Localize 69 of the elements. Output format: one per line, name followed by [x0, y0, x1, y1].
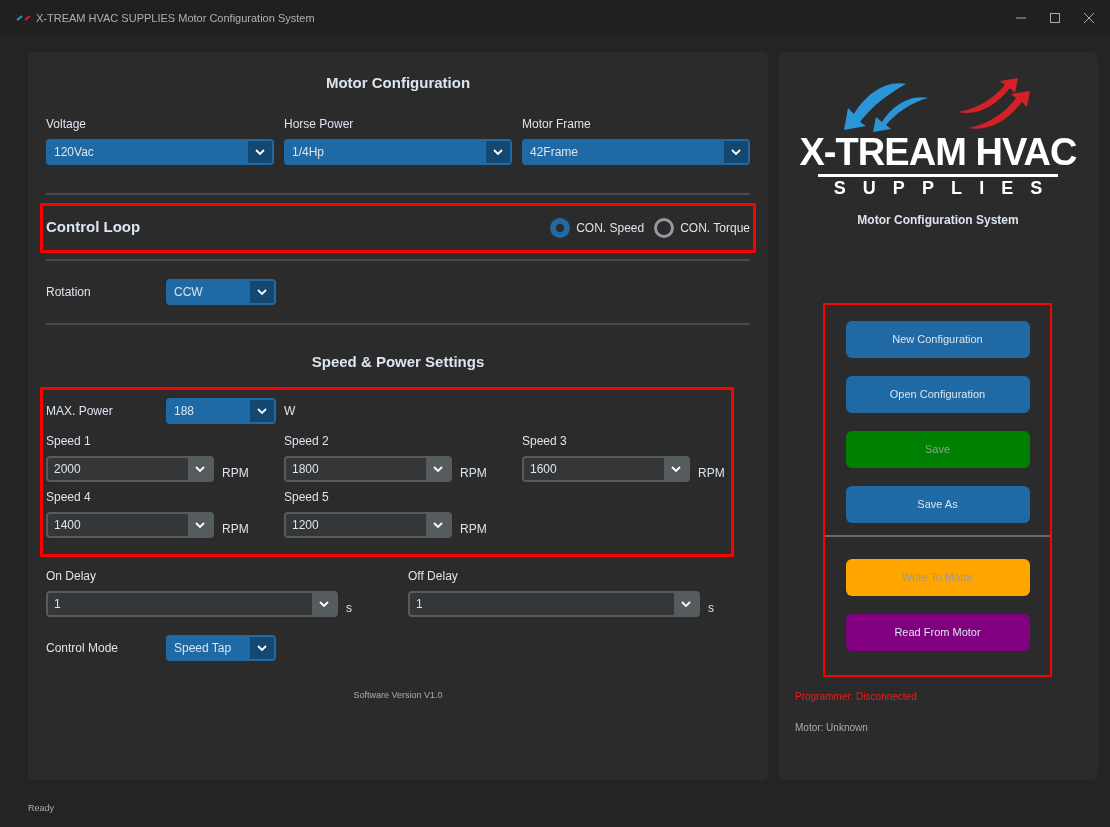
unit-label: RPM [222, 521, 249, 538]
chevron-down-icon [681, 601, 691, 607]
action-button[interactable]: Save As [845, 486, 1030, 523]
dropdown[interactable]: 1 [408, 591, 700, 617]
field-label: Motor Frame [522, 115, 592, 133]
action-button[interactable]: New Configuration [845, 321, 1030, 358]
chevron-down-icon [433, 522, 443, 528]
section-heading: Control Loop [46, 217, 141, 238]
dropdown[interactable]: 1 [46, 591, 338, 617]
app-logo-icon [16, 15, 32, 21]
dropdown[interactable]: 188 [166, 398, 276, 424]
chevron-down-icon [195, 522, 205, 528]
unit-label: RPM [460, 465, 487, 482]
radio-label: CON. Torque [680, 219, 750, 237]
chevron-down-icon [255, 148, 265, 155]
app-subtitle: Motor Configuration System [857, 212, 1019, 229]
field-label: Speed 1 [46, 433, 92, 450]
field-label: MAX. Power [46, 403, 114, 420]
field-label: Control Mode [46, 640, 120, 657]
dropdown[interactable]: 1400 [46, 512, 214, 538]
field-label: Speed 3 [522, 433, 568, 450]
chevron-down-icon [433, 466, 443, 472]
dropdown[interactable]: CCW [166, 278, 276, 305]
maximize-icon[interactable] [1050, 13, 1060, 23]
field-label: Speed 2 [284, 433, 330, 450]
chevron-down-icon [493, 148, 503, 155]
chevron-down-icon [195, 466, 205, 472]
unit-label: RPM [460, 521, 487, 538]
chevron-down-icon [257, 408, 267, 414]
dropdown[interactable]: 42Frame [522, 138, 750, 165]
chevron-down-icon [257, 288, 267, 295]
chevron-down-icon [319, 601, 329, 607]
dropdown[interactable]: 120Vac [46, 138, 274, 165]
action-button[interactable]: Open Configuration [845, 376, 1030, 413]
logo-subtitle: SUPPLIES [833, 177, 1060, 199]
radio-button[interactable] [550, 217, 571, 238]
field-label: Rotation [46, 283, 92, 301]
chevron-down-icon [671, 466, 681, 472]
logo-title: X-TREAM HVAC [799, 132, 1077, 172]
section-heading: Motor Configuration [325, 73, 471, 93]
action-button[interactable]: Read From Motor [845, 614, 1030, 651]
status-text: Ready [28, 802, 55, 815]
dropdown[interactable]: 1800 [284, 456, 452, 482]
field-label: Voltage [46, 115, 88, 133]
field-label: Horse Power [284, 115, 355, 133]
window-title: X-TREAM HVAC SUPPLIES Motor Configuration System [36, 10, 315, 26]
field-label: Off Delay [408, 568, 459, 585]
radio-label: CON. Speed [576, 219, 645, 237]
chevron-down-icon [257, 645, 267, 651]
motor-status: Motor: Unknown [795, 721, 869, 735]
dropdown[interactable]: 1/4Hp [284, 138, 512, 165]
close-icon[interactable] [1084, 13, 1094, 23]
field-label: On Delay [46, 568, 98, 585]
dropdown[interactable]: 1600 [522, 456, 690, 482]
field-label: Speed 4 [46, 489, 92, 506]
dropdown[interactable]: 2000 [46, 456, 214, 482]
section-heading: Speed & Power Settings [311, 351, 485, 372]
radio-button[interactable] [654, 217, 675, 238]
version-label: Software Version V1.0 [353, 689, 443, 702]
chevron-down-icon [731, 148, 741, 155]
dropdown[interactable]: 1200 [284, 512, 452, 538]
unit-label: W [284, 403, 296, 420]
unit-label: s [708, 600, 714, 617]
programmer-status: Programmer: Disconnected [795, 690, 918, 704]
unit-label: s [346, 600, 352, 617]
unit-label: RPM [222, 465, 249, 482]
field-label: Speed 5 [284, 489, 330, 506]
dropdown[interactable]: Speed Tap [166, 635, 276, 661]
unit-label: RPM [698, 465, 725, 482]
